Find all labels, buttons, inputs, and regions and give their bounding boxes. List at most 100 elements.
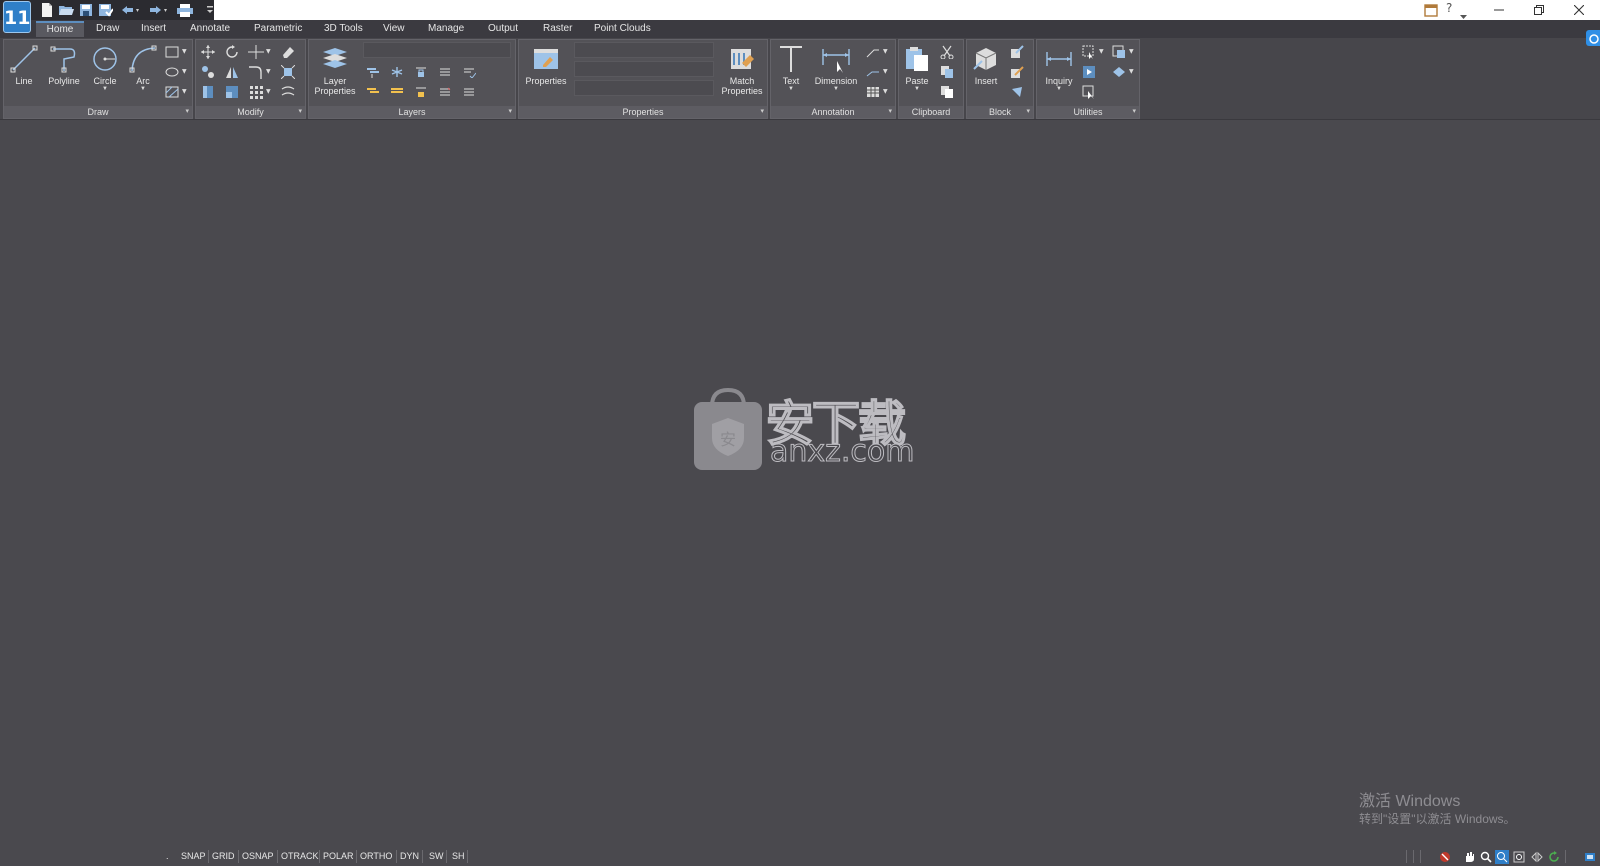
restore-icon[interactable]: [1520, 0, 1558, 20]
polyline-button[interactable]: Polyline: [44, 44, 84, 86]
array-icon[interactable]: [248, 84, 264, 100]
save-as-icon[interactable]: [98, 2, 114, 18]
save-icon[interactable]: [79, 2, 93, 18]
layer-freeze-icon[interactable]: [389, 64, 405, 80]
zoom-window-icon[interactable]: [1495, 850, 1509, 864]
copy-icon[interactable]: [939, 64, 955, 80]
drawing-canvas[interactable]: [0, 120, 1600, 848]
hatch-dropdown-icon[interactable]: ▼: [182, 88, 187, 95]
tab-raster[interactable]: Raster: [537, 21, 578, 37]
circle-button[interactable]: Circle ▼: [88, 44, 122, 92]
ellipse-icon[interactable]: [164, 64, 180, 80]
layer-match-icon[interactable]: [365, 64, 381, 80]
dimension-button[interactable]: Dimension ▼: [811, 44, 861, 92]
zoom-extents-icon[interactable]: [1512, 850, 1526, 864]
multileader-icon[interactable]: [865, 44, 881, 60]
layer-unlock-icon[interactable]: [413, 84, 429, 100]
status-ortho[interactable]: ORTHO: [360, 851, 392, 861]
leader-icon[interactable]: [865, 64, 881, 80]
hatch-icon[interactable]: [164, 84, 180, 100]
app-logo[interactable]: 11: [3, 1, 31, 33]
layer-walk-icon[interactable]: [437, 64, 453, 80]
fillet-icon[interactable]: [248, 64, 264, 80]
panel-properties-label[interactable]: Properties ▾: [519, 106, 767, 118]
new-file-icon[interactable]: [40, 2, 54, 18]
refresh-icon[interactable]: [1547, 850, 1561, 864]
tab-manage[interactable]: Manage: [422, 21, 470, 37]
create-block-icon[interactable]: [1009, 44, 1025, 60]
status-osnap[interactable]: OSNAP: [242, 851, 274, 861]
tab-view[interactable]: View: [377, 21, 411, 37]
status-polar[interactable]: POLAR: [323, 851, 354, 861]
trim-dropdown-icon[interactable]: ▼: [266, 48, 271, 55]
select-all-icon[interactable]: [1081, 44, 1097, 60]
lineweight-dropdown[interactable]: [574, 80, 714, 96]
block-attribute-icon[interactable]: [1009, 84, 1025, 100]
trim-icon[interactable]: [248, 44, 264, 60]
tab-point-clouds[interactable]: Point Clouds: [588, 21, 657, 37]
fillet-dropdown-icon[interactable]: ▼: [266, 68, 271, 75]
explode-icon[interactable]: [280, 64, 296, 80]
rectangle-dropdown-icon[interactable]: ▼: [182, 48, 187, 55]
print-icon[interactable]: [176, 2, 194, 18]
array-dropdown-icon[interactable]: ▼: [266, 88, 271, 95]
match-properties-button[interactable]: Match Properties: [719, 44, 765, 96]
paste-button[interactable]: Paste ▼: [901, 44, 933, 92]
layer-delete-icon[interactable]: [461, 84, 477, 100]
select-dropdown-icon[interactable]: ▼: [1099, 48, 1104, 55]
fullscreen-icon[interactable]: [1583, 850, 1597, 864]
undo-icon[interactable]: [120, 2, 142, 18]
layer-dropdown[interactable]: [363, 42, 511, 58]
tab-draw[interactable]: Draw: [90, 21, 125, 37]
inquiry-button[interactable]: Inquiry ▼: [1039, 44, 1079, 92]
sync-icon[interactable]: [1586, 30, 1600, 46]
help-icon[interactable]: ?: [1446, 1, 1452, 15]
rotate-icon[interactable]: [224, 44, 240, 60]
calculator-dropdown-icon[interactable]: ▼: [1129, 68, 1134, 75]
select-similar-icon[interactable]: [1081, 84, 1097, 100]
layer-states-icon[interactable]: [461, 64, 477, 80]
tab-insert[interactable]: Insert: [135, 21, 172, 37]
layer-off-icon[interactable]: [389, 84, 405, 100]
copy-objects-icon[interactable]: [200, 64, 216, 80]
scale-icon[interactable]: [224, 84, 240, 100]
pan-hand-icon[interactable]: [1462, 850, 1476, 864]
layer-properties-button[interactable]: Layer Properties: [313, 44, 357, 96]
status-grid[interactable]: GRID: [212, 851, 235, 861]
calendar-icon[interactable]: [1424, 2, 1438, 21]
open-folder-icon[interactable]: [58, 2, 74, 18]
leader-dropdown-icon[interactable]: ▼: [883, 68, 888, 75]
tab-parametric[interactable]: Parametric: [248, 21, 308, 37]
stretch-icon[interactable]: [200, 84, 216, 100]
offset-icon[interactable]: [280, 84, 296, 100]
tab-home[interactable]: Home: [36, 21, 84, 37]
panel-modify-label[interactable]: Modify ▾: [196, 106, 305, 118]
panel-draw-label[interactable]: Draw ▾: [4, 106, 192, 118]
status-otrack[interactable]: OTRACK: [281, 851, 319, 861]
panel-annotation-label[interactable]: Annotation ▾: [771, 106, 895, 118]
measure-dropdown-icon[interactable]: ▼: [1129, 48, 1134, 55]
linetype-dropdown[interactable]: [574, 61, 714, 77]
table-icon[interactable]: [865, 84, 881, 100]
quick-access-dropdown-icon[interactable]: [206, 2, 214, 18]
layer-isolate-icon[interactable]: [365, 84, 381, 100]
multileader-dropdown-icon[interactable]: ▼: [883, 48, 888, 55]
ellipse-dropdown-icon[interactable]: ▼: [182, 68, 187, 75]
status-snap[interactable]: SNAP: [181, 851, 206, 861]
cut-icon[interactable]: [939, 44, 955, 60]
insert-button[interactable]: Insert: [969, 44, 1003, 86]
move-icon[interactable]: [200, 44, 216, 60]
tab-annotate[interactable]: Annotate: [184, 21, 236, 37]
close-icon[interactable]: [1560, 0, 1598, 20]
text-button[interactable]: Text ▼: [775, 44, 807, 92]
tab-output[interactable]: Output: [482, 21, 524, 37]
quick-select-icon[interactable]: [1081, 64, 1097, 80]
layer-merge-icon[interactable]: [437, 84, 453, 100]
erase-icon[interactable]: [280, 44, 296, 60]
line-button[interactable]: Line: [8, 44, 40, 86]
table-dropdown-icon[interactable]: ▼: [883, 88, 888, 95]
mirror-icon[interactable]: [224, 64, 240, 80]
no-entry-icon[interactable]: [1438, 850, 1452, 864]
tab-3d-tools[interactable]: 3D Tools: [318, 21, 369, 37]
zoom-icon[interactable]: [1479, 850, 1493, 864]
